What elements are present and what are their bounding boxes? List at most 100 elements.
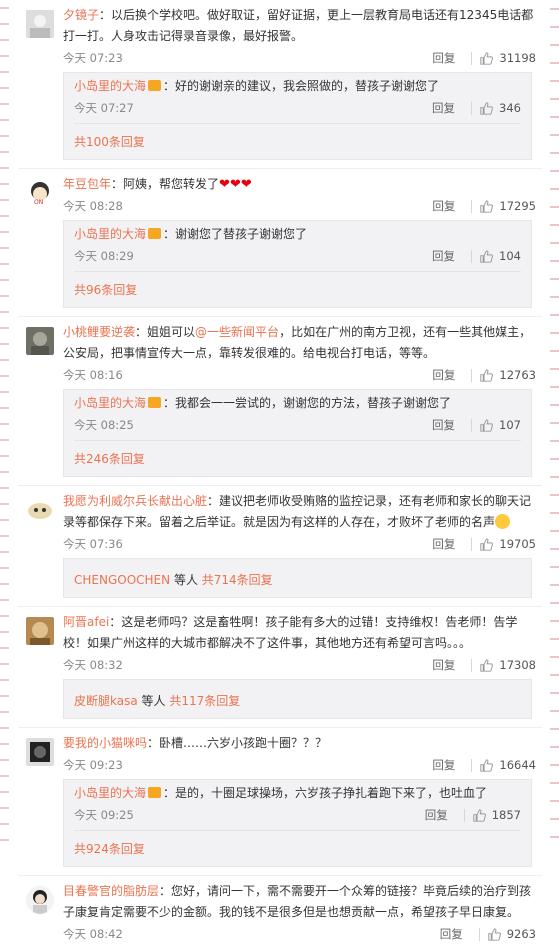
reply-text: ：是的，十圈足球操场，六岁孩子挣扎着跑下来了，也吐血了 <box>163 786 488 800</box>
more-replies-link[interactable]: 共96条回复 <box>74 271 521 306</box>
more-replies-label: 等人 <box>137 694 170 708</box>
page-edge-left <box>0 0 9 842</box>
comment-text: 以后换个学校吧。做好取证，留好证据，更上一层教育局电话还有12345电话都打一打… <box>63 8 534 43</box>
thumb-up-icon[interactable] <box>480 101 493 115</box>
like-count: 104 <box>499 249 521 263</box>
reply-box: CHENGOOCHEN 等人 共714条回复 <box>63 558 532 598</box>
thumb-up-icon[interactable] <box>480 51 494 65</box>
comment-list: 夕镜子：以后换个学校吧。做好取证，留好证据，更上一层教育局电话还有12345电话… <box>18 0 542 945</box>
divider <box>471 249 473 263</box>
avatar[interactable] <box>26 617 54 645</box>
username[interactable]: 目春警官的脂肪层 <box>63 884 159 898</box>
thumb-up-icon[interactable] <box>480 537 494 551</box>
more-replies-label: 等人 <box>170 573 202 587</box>
reply-button[interactable]: 回复 <box>432 364 455 386</box>
thumb-up-icon[interactable] <box>480 658 494 672</box>
like-count: 17295 <box>499 199 536 213</box>
username[interactable]: 小岛里的大海 <box>74 396 146 410</box>
like-count: 9263 <box>506 927 536 941</box>
comment-item: ON 年豆包年：阿姨，帮您转发了❤❤❤ 今天 08:28 回复 17295 小岛里… <box>18 169 542 317</box>
more-replies-link[interactable]: 共246条回复 <box>74 440 521 475</box>
avatar[interactable] <box>26 10 54 38</box>
avatar[interactable]: ON <box>26 179 54 207</box>
reply-button[interactable]: 回复 <box>432 47 455 69</box>
thumb-up-icon[interactable] <box>480 249 493 263</box>
like-count: 17308 <box>499 658 536 672</box>
divider <box>471 101 473 115</box>
avatar[interactable] <box>26 738 54 766</box>
more-replies-link[interactable]: 皮断腿kasa 等人 共117条回复 <box>74 683 521 717</box>
reply-button[interactable]: 回复 <box>432 195 455 217</box>
divider <box>471 758 473 772</box>
reply-text: ：我都会一一尝试的，谢谢您的方法，替孩子谢谢您了 <box>163 396 452 410</box>
like-count: 1857 <box>491 808 521 822</box>
reply-text: ：谢谢您了替孩子谢谢您了 <box>163 227 308 241</box>
thumb-up-icon[interactable] <box>480 758 494 772</box>
divider <box>471 658 473 672</box>
avatar[interactable] <box>26 327 54 355</box>
like-count: 107 <box>499 418 521 432</box>
reply-box: 小岛里的大海 ：是的，十圈足球操场，六岁孩子挣扎着跑下来了，也吐血了 今天 09:… <box>63 779 532 867</box>
thumb-up-icon[interactable] <box>480 368 494 382</box>
username[interactable]: 小岛里的大海 <box>74 786 146 800</box>
thumb-up-icon[interactable] <box>488 927 501 941</box>
username[interactable]: 年豆包年 <box>63 177 111 191</box>
divider <box>471 199 473 213</box>
svg-text:ON: ON <box>34 199 43 206</box>
more-replies-link[interactable]: CHENGOOCHEN 等人 共714条回复 <box>74 562 521 596</box>
thumb-up-icon[interactable] <box>480 418 493 432</box>
username[interactable]: 夕镜子 <box>63 8 99 22</box>
reply-button[interactable]: 回复 <box>432 97 455 119</box>
timestamp: 今天 08:42 <box>63 927 123 941</box>
divider <box>478 927 480 941</box>
username[interactable]: 我愿为利威尔兵长献出心脏 <box>63 494 207 508</box>
divider <box>471 537 473 551</box>
more-replies-link[interactable]: 共924条回复 <box>74 830 521 865</box>
username[interactable]: 要我的小猫咪吗 <box>63 736 147 750</box>
thumb-up-icon[interactable] <box>480 199 494 213</box>
username[interactable]: 皮断腿kasa <box>74 694 138 708</box>
timestamp: 今天 08:28 <box>63 199 123 213</box>
reply-button[interactable]: 回复 <box>432 533 455 555</box>
username[interactable]: 阿晋afei <box>63 615 109 629</box>
reply-button[interactable]: 回复 <box>432 245 455 267</box>
divider <box>463 808 465 822</box>
like-count: 346 <box>499 101 521 115</box>
separator: ： <box>99 8 112 22</box>
reply-button[interactable]: 回复 <box>432 414 455 436</box>
timestamp: 今天 08:32 <box>63 658 123 672</box>
username[interactable]: 小岛里的大海 <box>74 227 146 241</box>
avatar[interactable] <box>26 886 54 914</box>
username[interactable]: CHENGOOCHEN <box>74 573 170 587</box>
timestamp: 今天 08:25 <box>74 418 134 432</box>
reply-button[interactable]: 回复 <box>425 804 448 826</box>
reply-box: 皮断腿kasa 等人 共117条回复 <box>63 679 532 719</box>
reply-button[interactable]: 回复 <box>440 923 463 945</box>
more-replies-count[interactable]: 共117条回复 <box>169 694 240 708</box>
separator: ： <box>159 884 172 898</box>
vip-badge-icon <box>148 80 162 91</box>
comment-text: 姐姐可以 <box>147 325 196 339</box>
reply-button[interactable]: 回复 <box>432 654 455 676</box>
more-replies-count[interactable]: 共714条回复 <box>202 573 273 587</box>
username[interactable]: 小岛里的大海 <box>74 79 146 93</box>
heart-emoji: ❤❤❤ <box>219 177 252 192</box>
vip-badge-icon <box>148 787 162 798</box>
comment-text: 这是老师吗？这是畜牲啊！孩子能有多大的过错！支持维权！告老师！告学校！如果广州这… <box>63 615 518 650</box>
reply-text: ：好的谢谢亲的建议，我会照做的，替孩子谢谢您了 <box>163 79 440 93</box>
separator: ： <box>207 494 220 508</box>
reply-box: 小岛里的大海 ：谢谢您了替孩子谢谢您了 今天 08:29 回复 104 共96条回复 <box>63 220 532 308</box>
avatar[interactable] <box>26 496 54 524</box>
more-replies-link[interactable]: 共100条回复 <box>74 123 521 158</box>
comment-item: 夕镜子：以后换个学校吧。做好取证，留好证据，更上一层教育局电话还有12345电话… <box>18 0 542 169</box>
timestamp: 今天 07:36 <box>63 537 123 551</box>
reply-button[interactable]: 回复 <box>432 754 455 776</box>
comment-text: 阿姨，帮您转发了 <box>123 177 220 191</box>
comment-item: 要我的小猫咪吗：卧槽……六岁小孩跑十圈？？？ 今天 09:23 回复 16644 … <box>18 728 542 876</box>
separator: ： <box>147 736 160 750</box>
mention-link[interactable]: @一些新闻平台 <box>195 325 279 339</box>
comment-item: 阿晋afei：这是老师吗？这是畜牲啊！孩子能有多大的过错！支持维权！告老师！告学… <box>18 607 542 728</box>
username[interactable]: 小桃鲤要逆袭 <box>63 325 135 339</box>
timestamp: 今天 07:23 <box>63 51 123 65</box>
thumb-up-icon[interactable] <box>473 808 486 822</box>
